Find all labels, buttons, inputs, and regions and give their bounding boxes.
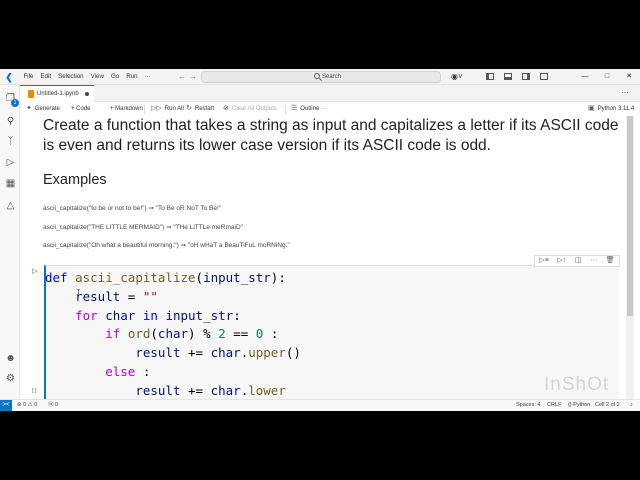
add-markdown-cell-button[interactable]: + Markdown: [110, 102, 143, 116]
code-line: result += char.lower: [135, 382, 286, 398]
run-all-icon: ▷▷: [151, 105, 162, 112]
menu-bar: File Edit Selection View Go Run ···: [20, 69, 154, 85]
cell-position-indicator[interactable]: Cell 2 of 2: [595, 400, 620, 411]
remote-indicator[interactable]: ><: [0, 400, 12, 411]
menu-file[interactable]: File: [20, 69, 37, 85]
command-center-search[interactable]: Search: [201, 71, 441, 83]
cell-more-icon[interactable]: ···: [590, 256, 597, 266]
split-cell-icon[interactable]: ◫: [575, 256, 582, 266]
run-debug-icon[interactable]: ▷: [5, 157, 16, 168]
settings-icon[interactable]: ⚙: [5, 373, 16, 384]
outline-button[interactable]: ☰ Outline ···: [291, 102, 327, 116]
markdown-question: Create a function that takes a string as…: [43, 117, 619, 154]
more-actions-icon[interactable]: ···: [621, 85, 629, 101]
run-cell-icon[interactable]: ▷: [32, 268, 37, 276]
generate-button[interactable]: ✦ Generate: [26, 102, 60, 116]
code-editor[interactable]: def ascii_capitalize(input_str): result …: [45, 269, 301, 399]
run-by-line-icon[interactable]: ▷≡: [539, 256, 548, 266]
toggle-panel-icon[interactable]: [504, 73, 512, 80]
cell-execution-status: [ ]: [32, 388, 37, 394]
code-line: else :: [105, 363, 151, 379]
explorer-badge: 1: [11, 99, 19, 107]
notebook-editor: Create a function that takes a string as…: [20, 116, 634, 399]
text-cursor-icon: I: [76, 288, 81, 297]
code-line: def ascii_capitalize(input_str):: [45, 270, 286, 285]
forward-arrow-icon[interactable]: →: [189, 72, 197, 82]
back-arrow-icon[interactable]: ←: [178, 72, 186, 82]
testing-icon[interactable]: △: [5, 200, 16, 211]
customize-layout-icon[interactable]: [540, 73, 548, 80]
activity-bar: ❐ 1 ⚲ ᛉ ▷ ▦ △ ☻ ⚙: [0, 85, 20, 399]
language-mode-indicator[interactable]: {} Python: [568, 400, 590, 411]
scrollbar-thumb[interactable]: [627, 116, 633, 316]
maximize-button[interactable]: □: [596, 69, 618, 85]
ports-indicator[interactable]: ⓦ 0: [48, 400, 58, 411]
toggle-primary-sidebar-icon[interactable]: [486, 73, 494, 80]
restart-button[interactable]: ↻ Restart: [186, 102, 214, 116]
menu-go[interactable]: Go: [107, 69, 122, 85]
notebook-toolbar: ✦ Generate + Code + Markdown ▷▷ Run All ↻ R…: [20, 102, 640, 116]
extensions-icon[interactable]: ▦: [5, 178, 16, 189]
menu-edit[interactable]: Edit: [37, 69, 55, 85]
menu-run[interactable]: Run: [123, 69, 141, 85]
title-bar: ❮ File Edit Selection View Go Run ··· ← …: [0, 69, 640, 85]
toolbar-divider: [285, 105, 286, 114]
editor-scrollbar[interactable]: [626, 116, 634, 399]
notebook-file-icon: [28, 90, 34, 98]
menu-view[interactable]: View: [87, 69, 107, 85]
example-line: ascii_capitalize("Oh what a beautiful mo…: [43, 242, 290, 249]
editor-tab-bar: Untitled-1.ipynb ···: [20, 85, 640, 102]
search-label: Search: [322, 74, 342, 80]
tab-label: Untitled-1.ipynb: [37, 91, 79, 97]
kernel-picker[interactable]: ▣ Python 3.11.4: [588, 102, 634, 116]
code-line: if ord(char) % 2 == 0 :: [105, 326, 279, 342]
minimize-button[interactable]: —: [574, 69, 596, 85]
line-ending-indicator[interactable]: CRLF: [547, 400, 561, 411]
example-line: ascii_capitalize("to be or not to be!") …: [43, 205, 222, 212]
markdown-heading: Examples: [43, 172, 107, 188]
code-line: result = "": [75, 288, 158, 304]
search-icon[interactable]: ⚲: [5, 116, 16, 127]
copilot-icon[interactable]: ◉˅: [451, 72, 463, 82]
unsaved-dot-icon[interactable]: [85, 92, 89, 96]
clear-all-outputs-button[interactable]: ⊘ Clear All Outputs: [223, 102, 277, 116]
vscode-logo-icon: ❮: [5, 72, 13, 82]
code-line: for char in input_str:: [75, 307, 241, 323]
example-line: ascii_capitalize("THE LITTLE MERMAID") ➞…: [43, 224, 243, 231]
source-control-icon[interactable]: ᛉ: [5, 136, 16, 147]
indentation-indicator[interactable]: Spaces: 4: [516, 400, 540, 411]
restart-icon: ↻: [186, 105, 192, 112]
notifications-bell-icon[interactable]: ♪: [630, 400, 633, 411]
code-line: result += char.upper(): [135, 345, 301, 361]
toolbar-divider: [144, 105, 145, 114]
menu-selection[interactable]: Selection: [55, 69, 87, 85]
account-icon[interactable]: ☻: [5, 353, 16, 364]
tab-untitled-notebook[interactable]: Untitled-1.ipynb: [20, 85, 94, 102]
clear-icon: ⊘: [223, 105, 229, 112]
inshot-watermark: InShOt: [544, 374, 610, 395]
delete-cell-icon[interactable]: 🗑: [606, 256, 615, 266]
cell-toolbar: ▷≡ ▷↑ ◫ ··· 🗑: [534, 255, 620, 267]
close-window-button[interactable]: ✕: [618, 69, 640, 85]
problems-indicator[interactable]: ⊗ 0 ⚠ 0: [17, 400, 37, 411]
add-code-cell-button[interactable]: + Code: [71, 102, 91, 116]
status-bar: >< ⊗ 0 ⚠ 0 ⓦ 0 Spaces: 4 CRLF {} Python …: [0, 399, 640, 411]
run-all-button[interactable]: ▷▷ Run All: [151, 102, 184, 116]
vscode-window: ❮ File Edit Selection View Go Run ··· ← …: [0, 69, 640, 411]
menu-more[interactable]: ···: [141, 69, 154, 85]
toggle-secondary-sidebar-icon[interactable]: [522, 73, 530, 80]
execute-above-icon[interactable]: ▷↑: [557, 256, 566, 266]
search-icon: [314, 73, 320, 79]
outline-icon: ☰: [291, 105, 298, 112]
kernel-icon: ▣: [588, 105, 595, 112]
sparkle-icon: ✦: [26, 105, 32, 112]
